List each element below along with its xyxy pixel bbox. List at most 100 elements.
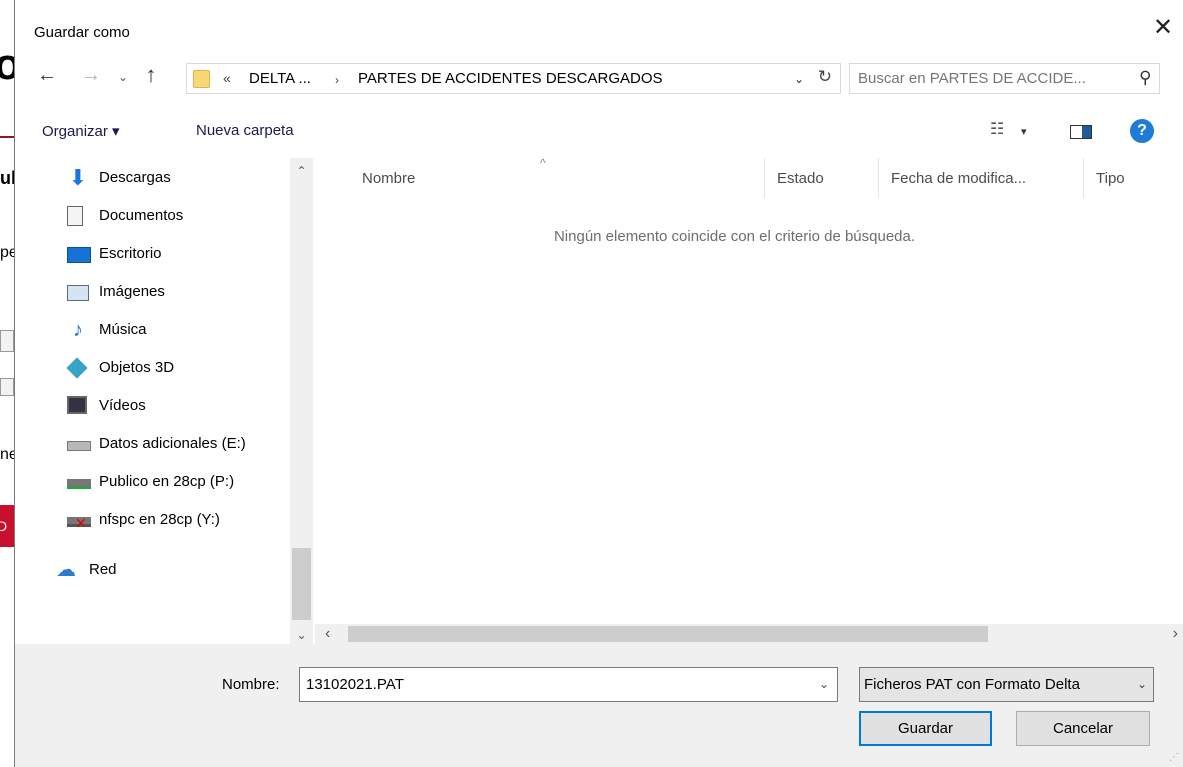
drive-icon: [67, 441, 91, 451]
file-type-dropdown-icon[interactable]: ⌄: [1137, 677, 1147, 691]
network-icon: ☁: [56, 559, 76, 581]
sidebar-item-label: Objetos 3D: [99, 359, 175, 376]
scroll-up-icon[interactable]: ⌃: [290, 164, 313, 178]
document-icon: [67, 206, 83, 226]
sidebar-item-descargas[interactable]: ⬇ Descargas: [51, 161, 301, 195]
file-name-combobox[interactable]: ⌄: [299, 667, 838, 702]
sidebar-item-label: nfspc en 28cp (Y:): [99, 511, 220, 528]
breadcrumb-overflow-icon[interactable]: «: [223, 70, 231, 86]
organize-button[interactable]: Organizar ▾: [42, 122, 120, 140]
refresh-icon[interactable]: ↻: [818, 67, 832, 87]
back-arrow-icon[interactable]: ←: [35, 64, 59, 87]
background-text: pe: [0, 244, 14, 261]
sort-ascending-icon: ^: [540, 156, 546, 170]
file-list: ^ Nombre Estado Fecha de modifica... Tip…: [315, 156, 1183, 624]
recent-locations-chevron-icon[interactable]: ⌄: [111, 70, 135, 84]
file-type-value: Ficheros PAT con Formato Delta: [864, 676, 1080, 693]
sidebar-item-nfspc[interactable]: nfspc en 28cp (Y:): [51, 503, 301, 537]
sidebar-item-label: Datos adicionales (E:): [99, 435, 246, 452]
forward-arrow-icon[interactable]: →: [79, 64, 103, 87]
breadcrumb-separator-icon[interactable]: ›: [335, 73, 339, 87]
sidebar-item-label: Descargas: [99, 169, 171, 186]
command-bar: Organizar ▾ Nueva carpeta ☷ ▾ ?: [15, 113, 1183, 151]
sidebar-item-label: Música: [99, 321, 147, 338]
save-as-dialog: Guardar como ✕ ← → ⌄ ↑ « DELTA ... › PAR…: [14, 0, 1183, 767]
videos-icon: [67, 396, 87, 414]
background-text: ul: [0, 168, 14, 188]
file-name-dropdown-icon[interactable]: ⌄: [819, 677, 829, 691]
sidebar-item-musica[interactable]: ♪ Música: [51, 313, 301, 347]
desktop-icon: [67, 247, 91, 263]
music-icon: ♪: [73, 319, 83, 341]
sidebar-item-objetos-3d[interactable]: Objetos 3D: [51, 351, 301, 385]
sidebar-item-label: Publico en 28cp (P:): [99, 473, 235, 490]
background-text: ne: [0, 446, 14, 463]
preview-pane-icon[interactable]: [1070, 125, 1092, 139]
save-button[interactable]: Guardar: [859, 711, 992, 746]
up-arrow-icon[interactable]: ↑: [139, 62, 163, 88]
3d-objects-icon: [66, 357, 88, 379]
sidebar-item-label: Documentos: [99, 207, 184, 224]
navigation-pane: ⬇ Descargas Documentos Escritorio Imágen…: [15, 158, 315, 644]
help-icon[interactable]: ?: [1130, 119, 1154, 143]
file-name-input[interactable]: [306, 676, 786, 693]
scroll-down-icon[interactable]: ⌄: [290, 628, 313, 642]
cancel-button[interactable]: Cancelar: [1016, 711, 1150, 746]
navigation-bar: ← → ⌄ ↑ « DELTA ... › PARTES DE ACCIDENT…: [15, 60, 1183, 96]
column-header-tipo[interactable]: Tipo: [1096, 170, 1125, 187]
address-bar[interactable]: « DELTA ... › PARTES DE ACCIDENTES DESCA…: [186, 63, 841, 94]
scroll-left-icon[interactable]: ‹: [325, 625, 330, 643]
sidebar-item-escritorio[interactable]: Escritorio: [51, 237, 301, 271]
resize-grip-icon[interactable]: ⋰: [1169, 752, 1179, 763]
new-folder-button[interactable]: Nueva carpeta: [196, 122, 294, 139]
search-box[interactable]: ⚲: [849, 63, 1160, 94]
search-input[interactable]: [858, 70, 1128, 87]
sidebar-item-documentos[interactable]: Documentos: [51, 199, 301, 233]
sidebar-item-label: Imágenes: [99, 283, 165, 300]
background-rule: [0, 136, 14, 138]
dialog-footer: Nombre: ⌄ Ficheros PAT con Formato Delta…: [15, 644, 1183, 767]
background-window: o ul pe ne D: [0, 0, 14, 767]
network-drive-icon: [67, 479, 91, 489]
sidebar-item-red[interactable]: ☁ Red: [17, 553, 267, 587]
file-type-select[interactable]: Ficheros PAT con Formato Delta ⌄: [859, 667, 1154, 702]
column-header-nombre[interactable]: Nombre: [362, 170, 415, 187]
sidebar-item-imagenes[interactable]: Imágenes: [51, 275, 301, 309]
background-text: o: [0, 40, 14, 89]
dialog-title: Guardar como: [34, 24, 130, 41]
title-bar: Guardar como ✕: [15, 0, 1183, 54]
file-list-scrollbar[interactable]: ‹ ›: [315, 624, 1183, 644]
file-name-label: Nombre:: [222, 676, 280, 693]
pictures-icon: [67, 285, 89, 301]
scrollbar-thumb[interactable]: [292, 548, 311, 620]
empty-message: Ningún elemento coincide con el criterio…: [553, 228, 916, 245]
folder-icon: [193, 70, 210, 88]
scroll-right-icon[interactable]: ›: [1173, 625, 1178, 643]
sidebar-item-label: Red: [89, 561, 117, 578]
search-icon[interactable]: ⚲: [1139, 68, 1151, 88]
close-icon: ✕: [1152, 14, 1174, 41]
breadcrumb-item[interactable]: PARTES DE ACCIDENTES DESCARGADOS: [358, 70, 663, 87]
sidebar-item-label: Escritorio: [99, 245, 162, 262]
background-text: D: [0, 518, 8, 534]
sidebar-item-publico[interactable]: Publico en 28cp (P:): [51, 465, 301, 499]
download-icon: ⬇: [68, 165, 88, 190]
breadcrumb-item[interactable]: DELTA ...: [249, 70, 311, 87]
view-options-icon[interactable]: ☷: [990, 119, 1004, 139]
view-dropdown-icon[interactable]: ▾: [1021, 125, 1027, 138]
sidebar-scrollbar[interactable]: ⌃ ⌄: [290, 158, 313, 644]
column-divider[interactable]: [1083, 158, 1084, 198]
column-divider[interactable]: [878, 158, 879, 198]
sidebar-item-datos-adicionales[interactable]: Datos adicionales (E:): [51, 427, 301, 461]
close-button[interactable]: ✕: [1143, 10, 1183, 46]
column-header-estado[interactable]: Estado: [777, 170, 824, 187]
column-divider[interactable]: [764, 158, 765, 198]
background-box: [0, 330, 14, 352]
disconnected-drive-icon: [67, 513, 91, 533]
sidebar-item-label: Vídeos: [99, 397, 146, 414]
background-red-button: D: [0, 505, 14, 547]
column-header-fecha[interactable]: Fecha de modifica...: [891, 170, 1026, 187]
sidebar-item-videos[interactable]: Vídeos: [51, 389, 301, 423]
scrollbar-thumb[interactable]: [348, 626, 988, 642]
address-dropdown-icon[interactable]: ⌄: [794, 72, 804, 86]
